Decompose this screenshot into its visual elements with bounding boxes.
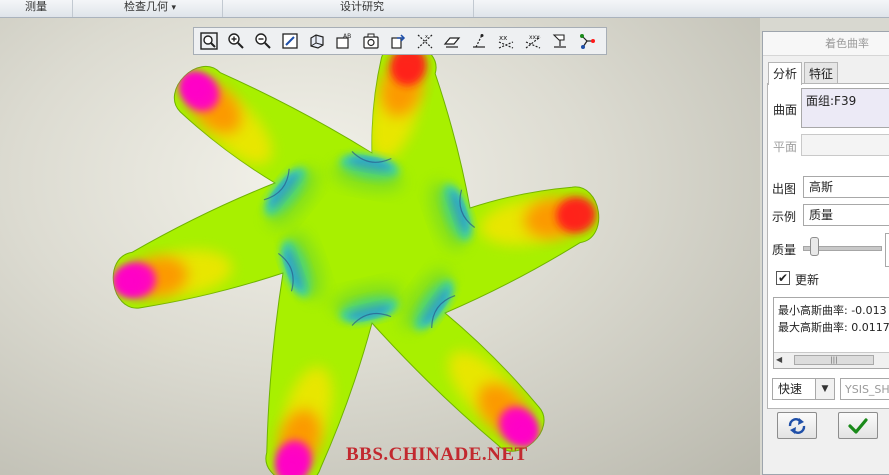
- zoom-fit-icon: [200, 32, 218, 50]
- datum-planes-button[interactable]: x: [413, 30, 437, 52]
- surface-value: 面组:F39: [806, 94, 857, 108]
- calc-mode-value: 快速: [778, 382, 803, 396]
- display-style-icon: [310, 34, 324, 49]
- scroll-thumb[interactable]: |||: [794, 355, 874, 365]
- max-gaussian-curvature: 最大高斯曲率: 0.0117: [778, 321, 889, 334]
- results-scrollbar[interactable]: ◀ |||: [774, 352, 889, 368]
- dialog-title: 着色曲率: [763, 32, 889, 56]
- surface-label: 曲面: [773, 103, 798, 117]
- plane-collector[interactable]: [801, 134, 889, 156]
- output-label: 出图: [772, 182, 797, 196]
- checkmark-icon: [848, 417, 868, 434]
- svg-text:x: x: [425, 34, 428, 40]
- analysis-name-value: YSIS_SH: [845, 383, 889, 396]
- svg-text:AB: AB: [343, 33, 351, 40]
- watermark-text: BBS.CHINADE.NET: [346, 444, 528, 465]
- zoom-fit-button[interactable]: [197, 30, 221, 52]
- annotation-display-button[interactable]: [548, 30, 572, 52]
- ribbon-divider: [473, 0, 474, 17]
- tab-feature[interactable]: 特征: [804, 62, 839, 84]
- ribbon-strip: 测量 检查几何 ▾ 设计研究: [0, 0, 889, 18]
- named-view-icon: [363, 33, 379, 49]
- quality-slider-thumb[interactable]: [810, 237, 819, 256]
- datum-axes-icon: [443, 37, 461, 48]
- output-type-value: 高斯: [809, 180, 834, 194]
- annotation-display-icon: [552, 34, 566, 48]
- repaint-icon: [282, 33, 298, 49]
- saved-views-button[interactable]: AB: [332, 30, 356, 52]
- results-box: 最小高斯曲率: -0.013 最大高斯曲率: 0.0117 ◀ |||: [773, 297, 889, 369]
- zoom-out-button[interactable]: [251, 30, 275, 52]
- update-label: 更新: [795, 273, 820, 287]
- ribbon-group-design-study[interactable]: 设计研究: [330, 0, 394, 17]
- datum-planes-icon: x: [417, 34, 433, 49]
- quality-label: 质量: [772, 243, 797, 257]
- datum-axes-button[interactable]: [440, 30, 464, 52]
- datum-points-icon: [473, 34, 485, 48]
- ribbon-group-label: 设计研究: [340, 0, 384, 13]
- datum-points-button[interactable]: [467, 30, 491, 52]
- view-toolbar: AB x xx xxx: [193, 27, 607, 55]
- zoom-in-button[interactable]: [224, 30, 248, 52]
- ribbon-group-inspect-geometry[interactable]: 检查几何 ▾: [110, 0, 190, 17]
- tab-label: 特征: [809, 67, 834, 81]
- ok-button[interactable]: [838, 412, 878, 439]
- coordinate-systems-button[interactable]: xx: [494, 30, 518, 52]
- update-checkbox[interactable]: ✔: [776, 271, 790, 285]
- refresh-icon: [788, 417, 806, 434]
- analysis-name-field[interactable]: YSIS_SH: [840, 378, 889, 400]
- tab-label: 分析: [773, 67, 798, 81]
- zoom-out-icon: [255, 33, 271, 49]
- check-icon: ✔: [777, 271, 789, 285]
- svg-text:xx: xx: [499, 34, 507, 42]
- ribbon-divider: [222, 0, 223, 17]
- quality-value-field[interactable]: [885, 233, 889, 267]
- recompute-button[interactable]: [777, 412, 817, 439]
- ribbon-divider: [72, 0, 73, 17]
- display-style-button[interactable]: [305, 30, 329, 52]
- example-value: 质量: [809, 208, 834, 222]
- spin-axes-icon: xxx: [525, 34, 541, 49]
- spin-center-icon: [391, 34, 406, 49]
- chevron-down-icon: ▼: [815, 379, 834, 399]
- surface-collector[interactable]: 面组:F39: [801, 88, 889, 128]
- plane-label: 平面: [773, 140, 798, 154]
- named-view-button[interactable]: [359, 30, 383, 52]
- min-gaussian-curvature: 最小高斯曲率: -0.013: [778, 304, 887, 317]
- spin-center-button[interactable]: [386, 30, 410, 52]
- scroll-left-icon[interactable]: ◀: [776, 355, 782, 364]
- svg-text:xxx: xxx: [529, 34, 540, 41]
- curvature-model: [112, 42, 600, 475]
- coordinate-systems-icon: xx: [498, 34, 514, 49]
- saved-views-icon: AB: [336, 33, 351, 49]
- zoom-in-icon: [228, 33, 244, 49]
- ribbon-group-measure[interactable]: 测量: [14, 0, 58, 17]
- example-label: 示例: [772, 210, 797, 224]
- ribbon-group-label: 测量: [25, 0, 47, 13]
- graphics-viewport[interactable]: BBS.CHINADE.NET: [0, 18, 760, 475]
- calc-mode-select[interactable]: 快速 ▼: [772, 378, 835, 400]
- spin-axes-button[interactable]: xxx: [521, 30, 545, 52]
- output-type-select[interactable]: 高斯: [803, 176, 889, 198]
- tab-analysis[interactable]: 分析: [768, 62, 803, 85]
- chevron-down-icon: ▾: [171, 3, 177, 13]
- network-button[interactable]: [575, 30, 599, 52]
- ribbon-group-label: 检查几何: [123, 0, 168, 13]
- repaint-button[interactable]: [278, 30, 302, 52]
- network-icon: [580, 34, 595, 49]
- example-select[interactable]: 质量: [803, 204, 889, 226]
